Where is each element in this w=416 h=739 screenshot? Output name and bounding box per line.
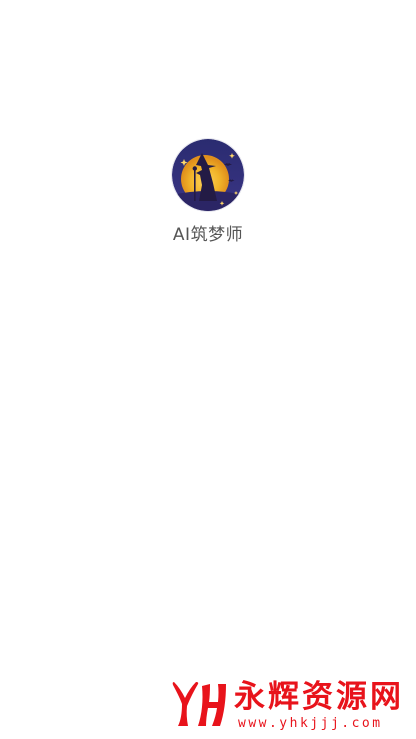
watermark: 永辉资源网 www.yhkjjj.com bbox=[168, 678, 401, 734]
splash-screen: AI筑梦师 永辉资源网 www.yhkjjj.com bbox=[0, 0, 416, 739]
watermark-url: www.yhkjjj.com bbox=[238, 716, 383, 731]
watermark-title: 永辉资源网 bbox=[234, 679, 404, 715]
yh-logo-icon bbox=[168, 678, 228, 730]
app-name: AI筑梦师 bbox=[172, 225, 244, 245]
witch-moon-logo-icon bbox=[172, 139, 244, 211]
